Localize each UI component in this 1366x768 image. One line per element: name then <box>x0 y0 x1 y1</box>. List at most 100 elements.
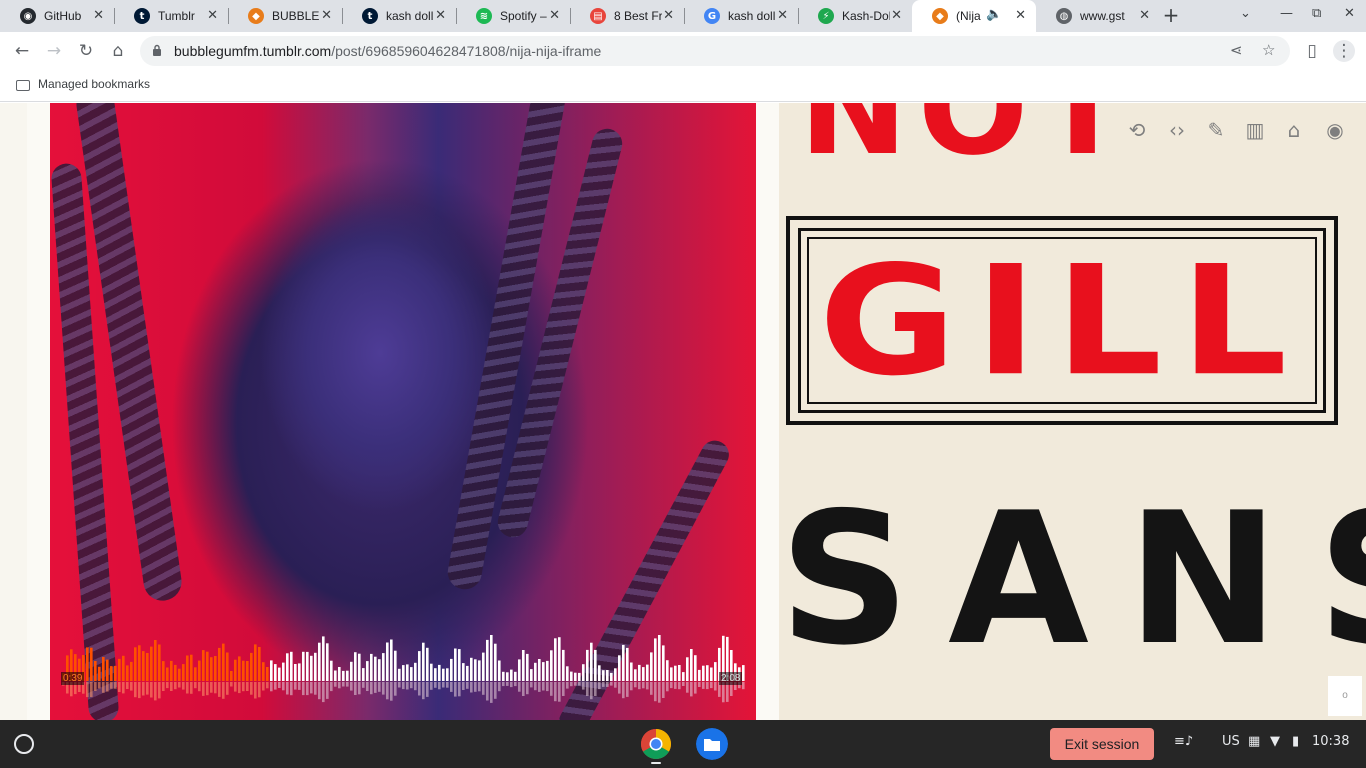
bubblegum-icon: ◆ <box>932 8 948 24</box>
tab[interactable]: ◍ www.gst ✕ <box>1036 0 1160 32</box>
close-tab-icon[interactable]: ✕ <box>1139 8 1150 23</box>
close-tab-icon[interactable]: ✕ <box>93 8 104 23</box>
reload-button[interactable]: ↻ <box>75 40 97 62</box>
share-icon[interactable]: ⋖ <box>1230 41 1243 59</box>
battery-icon[interactable]: ▮ <box>1292 734 1299 749</box>
exit-session-button[interactable]: Exit session <box>1050 728 1154 760</box>
waveform-bar <box>394 650 397 681</box>
poster-top-text: NOT <box>799 103 1137 184</box>
view-icon[interactable]: ◉ <box>1322 117 1348 143</box>
address-bar[interactable]: bubblegumfm.tumblr.com/post/696859604628… <box>140 36 1290 66</box>
close-tab-icon[interactable]: ✕ <box>321 8 332 23</box>
minimize-button[interactable]: — <box>1280 6 1293 21</box>
media-controls-icon[interactable]: ≡♪ <box>1174 734 1193 749</box>
waveform-bar <box>402 665 405 681</box>
tab[interactable]: 🔈 ◆ (Nija ✕ <box>912 0 1036 32</box>
tab[interactable]: t Tumblr ✕ <box>114 0 228 32</box>
url-text[interactable]: bubblegumfm.tumblr.com/post/696859604628… <box>174 43 601 59</box>
tab[interactable]: t kash doll ✕ <box>342 0 456 32</box>
waveform-reflection <box>442 682 445 688</box>
bookmark-star-icon[interactable]: ☆ <box>1262 41 1275 59</box>
waveform-reflection <box>494 682 497 699</box>
delete-icon[interactable]: ▥ <box>1242 117 1268 143</box>
side-panel-icon[interactable]: ▯ <box>1301 40 1323 62</box>
lightning-icon: ⚡ <box>818 8 834 24</box>
waveform-reflection <box>566 682 569 689</box>
tab[interactable]: ⚡ Kash-Dol ✕ <box>798 0 912 32</box>
maximize-button[interactable]: ⧉ <box>1312 6 1321 21</box>
waveform-bar <box>386 642 389 681</box>
waveform-bar <box>154 640 157 681</box>
waveform-bar <box>354 652 357 681</box>
managed-bookmarks-folder[interactable]: Managed bookmarks <box>38 77 150 91</box>
tab[interactable]: ◉ GitHub ✕ <box>0 0 114 32</box>
reblog-icon[interactable]: ⟲ <box>1124 117 1150 143</box>
audio-playing-icon[interactable]: 🔈 <box>986 7 1002 22</box>
tab[interactable]: ▤ 8 Best Fre✕ <box>570 0 684 32</box>
waveform-reflection <box>182 682 185 690</box>
waveform-bar <box>314 652 317 681</box>
total-duration: 2:08 <box>719 672 743 685</box>
enterprise-icon[interactable]: ▦ <box>1248 734 1260 749</box>
clock[interactable]: 10:38 <box>1312 734 1349 749</box>
waveform-reflection <box>698 682 701 687</box>
forward-button[interactable]: → <box>43 40 65 62</box>
waveform-reflection <box>382 682 385 695</box>
wifi-icon[interactable]: ▼ <box>1270 734 1280 749</box>
audio-waveform-player[interactable] <box>62 635 746 705</box>
chrome-app-icon[interactable] <box>640 728 672 760</box>
close-tab-icon[interactable]: ✕ <box>1015 8 1026 23</box>
waveform-bar <box>538 659 541 681</box>
waveform-reflection <box>398 682 401 688</box>
close-tab-icon[interactable]: ✕ <box>207 8 218 23</box>
keyboard-locale[interactable]: US <box>1222 734 1240 749</box>
waveform-reflection <box>286 682 289 695</box>
new-tab-button[interactable]: + <box>1160 4 1182 26</box>
waveform-reflection <box>690 682 693 697</box>
waveform-reflection <box>334 682 337 687</box>
waveform-bar <box>554 638 557 681</box>
waveform-reflection <box>706 682 709 690</box>
globe-icon: ◍ <box>1056 8 1072 24</box>
menu-icon[interactable]: ⋮ <box>1333 40 1355 62</box>
close-tab-icon[interactable]: ✕ <box>549 8 560 23</box>
tab[interactable]: ≋ Spotify – ✕ <box>456 0 570 32</box>
tab-search-icon[interactable]: ⌄ <box>1240 6 1251 21</box>
waveform-reflection <box>554 682 557 702</box>
close-window-button[interactable]: ✕ <box>1344 6 1355 21</box>
waveform-bar <box>454 648 457 681</box>
waveform-reflection <box>534 682 537 691</box>
waveform-bar <box>654 638 657 681</box>
waveform-reflection <box>702 682 705 689</box>
launcher-icon[interactable] <box>14 734 34 754</box>
home-button[interactable]: ⌂ <box>107 40 129 62</box>
waveform-bar <box>706 665 709 681</box>
waveform-reflection <box>270 682 273 692</box>
waveform-bar <box>438 664 441 681</box>
corner-button[interactable]: o <box>1328 676 1362 716</box>
back-button[interactable]: ← <box>11 40 33 62</box>
waveform-bar <box>230 671 233 681</box>
close-tab-icon[interactable]: ✕ <box>777 8 788 23</box>
waveform-bar <box>686 657 689 681</box>
waveform-reflection <box>522 682 525 696</box>
tab[interactable]: ◆ BUBBLEGUM✕ <box>228 0 342 32</box>
close-tab-icon[interactable]: ✕ <box>435 8 446 23</box>
lock-icon[interactable] <box>152 44 162 56</box>
waveform-reflection <box>446 682 449 688</box>
close-tab-icon[interactable]: ✕ <box>663 8 674 23</box>
embed-icon[interactable]: ‹› <box>1164 117 1190 143</box>
waveform-reflection <box>714 682 717 691</box>
waveform-reflection <box>230 682 233 687</box>
tab-title: Spotify – <box>500 9 547 23</box>
files-app-icon[interactable] <box>696 728 728 760</box>
waveform-reflection <box>546 682 549 692</box>
close-tab-icon[interactable]: ✕ <box>891 8 902 23</box>
waveform-reflection <box>518 682 521 692</box>
waveform-bar <box>422 642 425 681</box>
waveform-bar <box>350 661 353 681</box>
tab[interactable]: Gkash doll ✕ <box>684 0 798 32</box>
home-icon[interactable]: ⌂ <box>1281 117 1307 143</box>
edit-icon[interactable]: ✎ <box>1203 117 1229 143</box>
waveform-bar <box>494 643 497 681</box>
